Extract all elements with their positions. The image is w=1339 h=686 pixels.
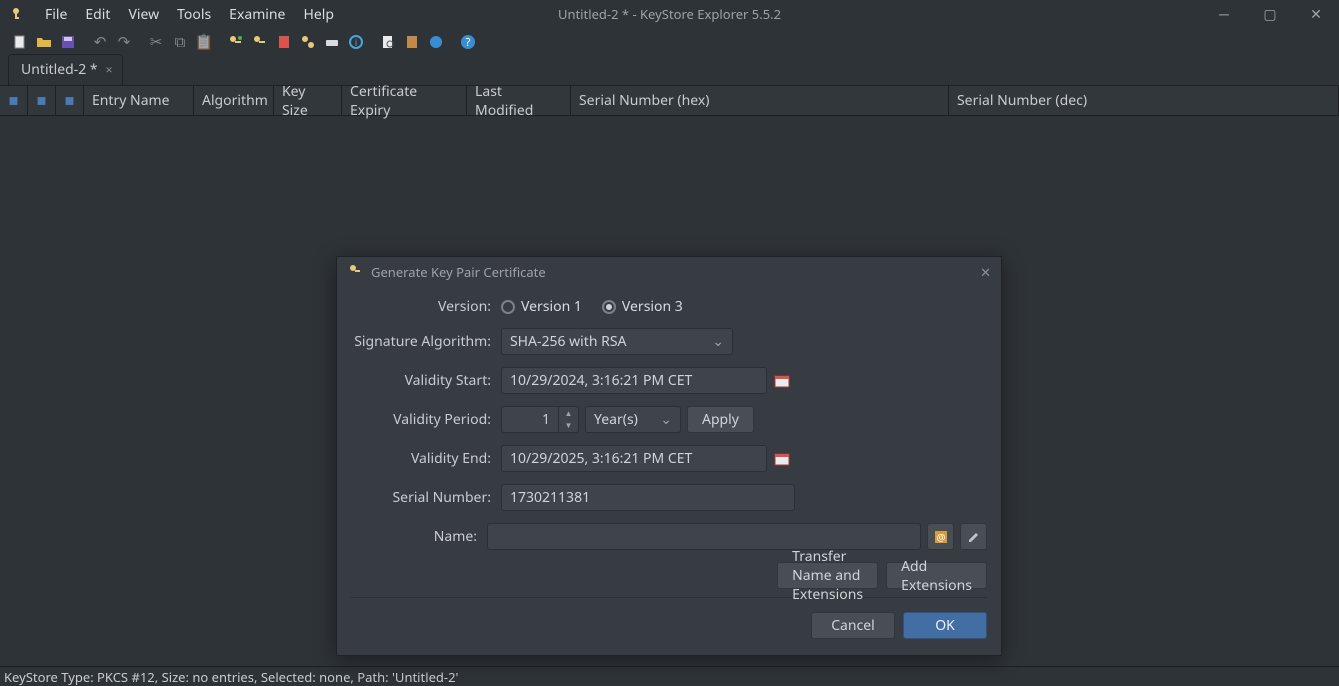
input-name[interactable] (487, 523, 921, 550)
table-header: Entry Name Algorithm Key Size Certificat… (0, 86, 1339, 116)
svg-text:?: ? (466, 35, 471, 50)
gen-keypair-icon[interactable] (224, 30, 248, 54)
redo-icon[interactable]: ↷ (112, 30, 136, 54)
dialog-title: Generate Key Pair Certificate (371, 263, 546, 281)
examine-clipboard-icon[interactable] (400, 30, 424, 54)
label-serial: Serial Number: (351, 488, 501, 507)
menu-file[interactable]: File (36, 5, 76, 24)
transfer-name-button[interactable]: Transfer Name and Extensions (777, 562, 878, 589)
cancel-button[interactable]: Cancel (811, 612, 895, 639)
calendar-start-icon[interactable] (773, 372, 791, 390)
radio-version3[interactable]: Version 3 (602, 297, 683, 316)
apply-button[interactable]: Apply (687, 406, 754, 433)
spinner-down-icon[interactable]: ▼ (559, 420, 578, 433)
properties-icon[interactable]: i (344, 30, 368, 54)
col-type-icon[interactable] (28, 86, 56, 115)
calendar-end-icon[interactable] (773, 450, 791, 468)
undo-icon[interactable]: ↶ (88, 30, 112, 54)
col-cert-expiry[interactable]: Certificate Expiry (342, 86, 467, 115)
status-bar: KeyStore Type: PKCS #12, Size: no entrie… (0, 666, 1339, 686)
col-last-modified[interactable]: Last Modified (467, 86, 571, 115)
col-entry-name[interactable]: Entry Name (84, 86, 194, 115)
combo-sigalg-value: SHA-256 with RSA (510, 332, 626, 351)
ok-button[interactable]: OK (903, 612, 987, 639)
menu-edit[interactable]: Edit (76, 5, 119, 24)
tab-label: Untitled-2 * (21, 60, 98, 79)
label-validity-period: Validity Period: (351, 410, 501, 429)
col-lock-icon[interactable] (0, 86, 28, 115)
col-serial-hex[interactable]: Serial Number (hex) (571, 86, 949, 115)
menu-help[interactable]: Help (294, 5, 343, 24)
help-icon[interactable]: ? (456, 30, 480, 54)
col-status-icon[interactable] (56, 86, 84, 115)
window-close-button[interactable]: ✕ (1293, 0, 1339, 28)
chevron-down-icon: ⌄ (660, 410, 672, 429)
input-serial[interactable]: 1730211381 (501, 484, 795, 511)
spinner-up-icon[interactable]: ▲ (559, 407, 578, 420)
dialog-titlebar: Generate Key Pair Certificate ✕ (337, 257, 1001, 287)
svg-text:@: @ (936, 530, 945, 544)
open-icon[interactable] (32, 30, 56, 54)
label-version: Version: (351, 297, 501, 316)
label-sigalg: Signature Algorithm: (351, 332, 501, 351)
import-cert-icon[interactable] (272, 30, 296, 54)
copy-icon[interactable]: ⧉ (168, 30, 192, 54)
col-serial-dec[interactable]: Serial Number (dec) (949, 86, 1339, 115)
window-max-button[interactable]: ▢ (1247, 0, 1293, 28)
label-name: Name: (351, 527, 487, 546)
dialog-icon (347, 262, 363, 282)
radio-version1[interactable]: Version 1 (501, 297, 582, 316)
tab-untitled2[interactable]: Untitled-2 * × (8, 54, 123, 85)
name-builder-icon[interactable]: @ (927, 523, 954, 550)
label-validity-end: Validity End: (351, 449, 501, 468)
combo-sigalg[interactable]: SHA-256 with RSA ⌄ (501, 328, 733, 355)
label-validity-start: Validity Start: (351, 371, 501, 390)
combo-period-unit[interactable]: Year(s)⌄ (585, 406, 681, 433)
col-keysize[interactable]: Key Size (274, 86, 342, 115)
name-edit-icon[interactable] (960, 523, 987, 550)
window-title: Untitled-2 * - KeyStore Explorer 5.5.2 (558, 5, 781, 23)
set-password-icon[interactable] (320, 30, 344, 54)
add-extensions-button[interactable]: Add Extensions (886, 562, 987, 589)
spinner-period[interactable]: 1 ▲▼ (501, 406, 579, 433)
status-text: KeyStore Type: PKCS #12, Size: no entrie… (4, 668, 458, 686)
menu-bar: File Edit View Tools Examine Help (0, 0, 349, 28)
examine-file-icon[interactable] (376, 30, 400, 54)
save-icon[interactable] (56, 30, 80, 54)
chevron-down-icon: ⌄ (712, 332, 724, 351)
examine-ssl-icon[interactable] (424, 30, 448, 54)
menu-examine[interactable]: Examine (220, 5, 294, 24)
dialog-close-icon[interactable]: ✕ (980, 263, 991, 281)
col-algorithm[interactable]: Algorithm (194, 86, 274, 115)
import-keypair-icon[interactable] (296, 30, 320, 54)
generate-keypair-dialog: Generate Key Pair Certificate ✕ Version:… (336, 256, 1002, 656)
menu-view[interactable]: View (119, 5, 168, 24)
main-toolbar: ↶ ↷ ✂ ⧉ 📋 i ? (0, 28, 1339, 56)
new-icon[interactable] (8, 30, 32, 54)
gen-secret-icon[interactable] (248, 30, 272, 54)
tab-close-icon[interactable]: × (106, 61, 113, 78)
cut-icon[interactable]: ✂ (144, 30, 168, 54)
input-validity-end[interactable]: 10/29/2025, 3:16:21 PM CET (501, 445, 767, 472)
document-tabs: Untitled-2 * × (0, 56, 1339, 86)
menu-tools[interactable]: Tools (168, 5, 220, 24)
input-validity-start[interactable]: 10/29/2024, 3:16:21 PM CET (501, 367, 767, 394)
paste-icon[interactable]: 📋 (192, 30, 216, 54)
window-min-button[interactable]: ─ (1201, 0, 1247, 28)
main-content: Generate Key Pair Certificate ✕ Version:… (0, 116, 1339, 666)
svg-text:i: i (355, 35, 358, 49)
window-titlebar: File Edit View Tools Examine Help Untitl… (0, 0, 1339, 28)
